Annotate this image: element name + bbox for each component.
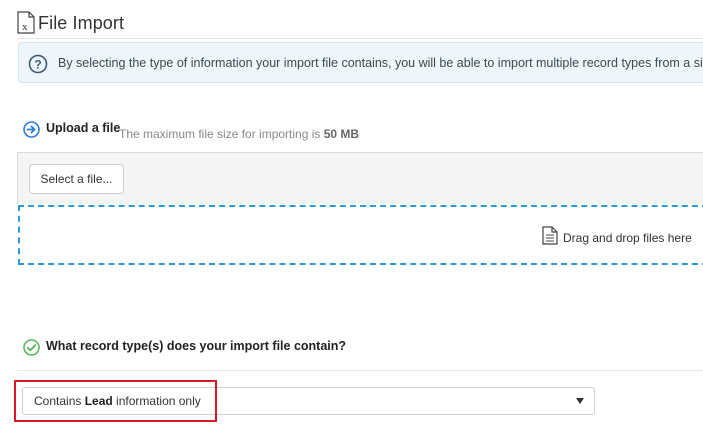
drop-zone-text: Drag and drop files here bbox=[563, 231, 692, 245]
upload-label: Upload a file bbox=[46, 121, 121, 135]
check-circle-icon bbox=[23, 339, 40, 356]
record-type-question: What record type(s) does your import fil… bbox=[46, 339, 347, 353]
record-type-selected-value: Contains Lead information only bbox=[34, 394, 201, 408]
question-circle-icon: ? bbox=[28, 54, 48, 74]
max-file-size: 50 MB bbox=[323, 127, 360, 141]
svg-text:x: x bbox=[22, 21, 28, 33]
caret-down-icon[interactable] bbox=[576, 398, 584, 404]
excel-file-icon: x bbox=[17, 11, 35, 34]
select-file-button[interactable]: Select a file... bbox=[29, 164, 124, 194]
svg-text:?: ? bbox=[34, 58, 41, 72]
upload-size-note: The maximum file size for importing is 5… bbox=[119, 127, 360, 141]
title-divider bbox=[17, 38, 703, 39]
arrow-right-circle-icon bbox=[23, 121, 40, 138]
document-icon bbox=[542, 226, 558, 245]
info-text: By selecting the type of information you… bbox=[58, 56, 703, 70]
record-divider bbox=[17, 370, 703, 371]
page-title: File Import bbox=[38, 13, 125, 33]
